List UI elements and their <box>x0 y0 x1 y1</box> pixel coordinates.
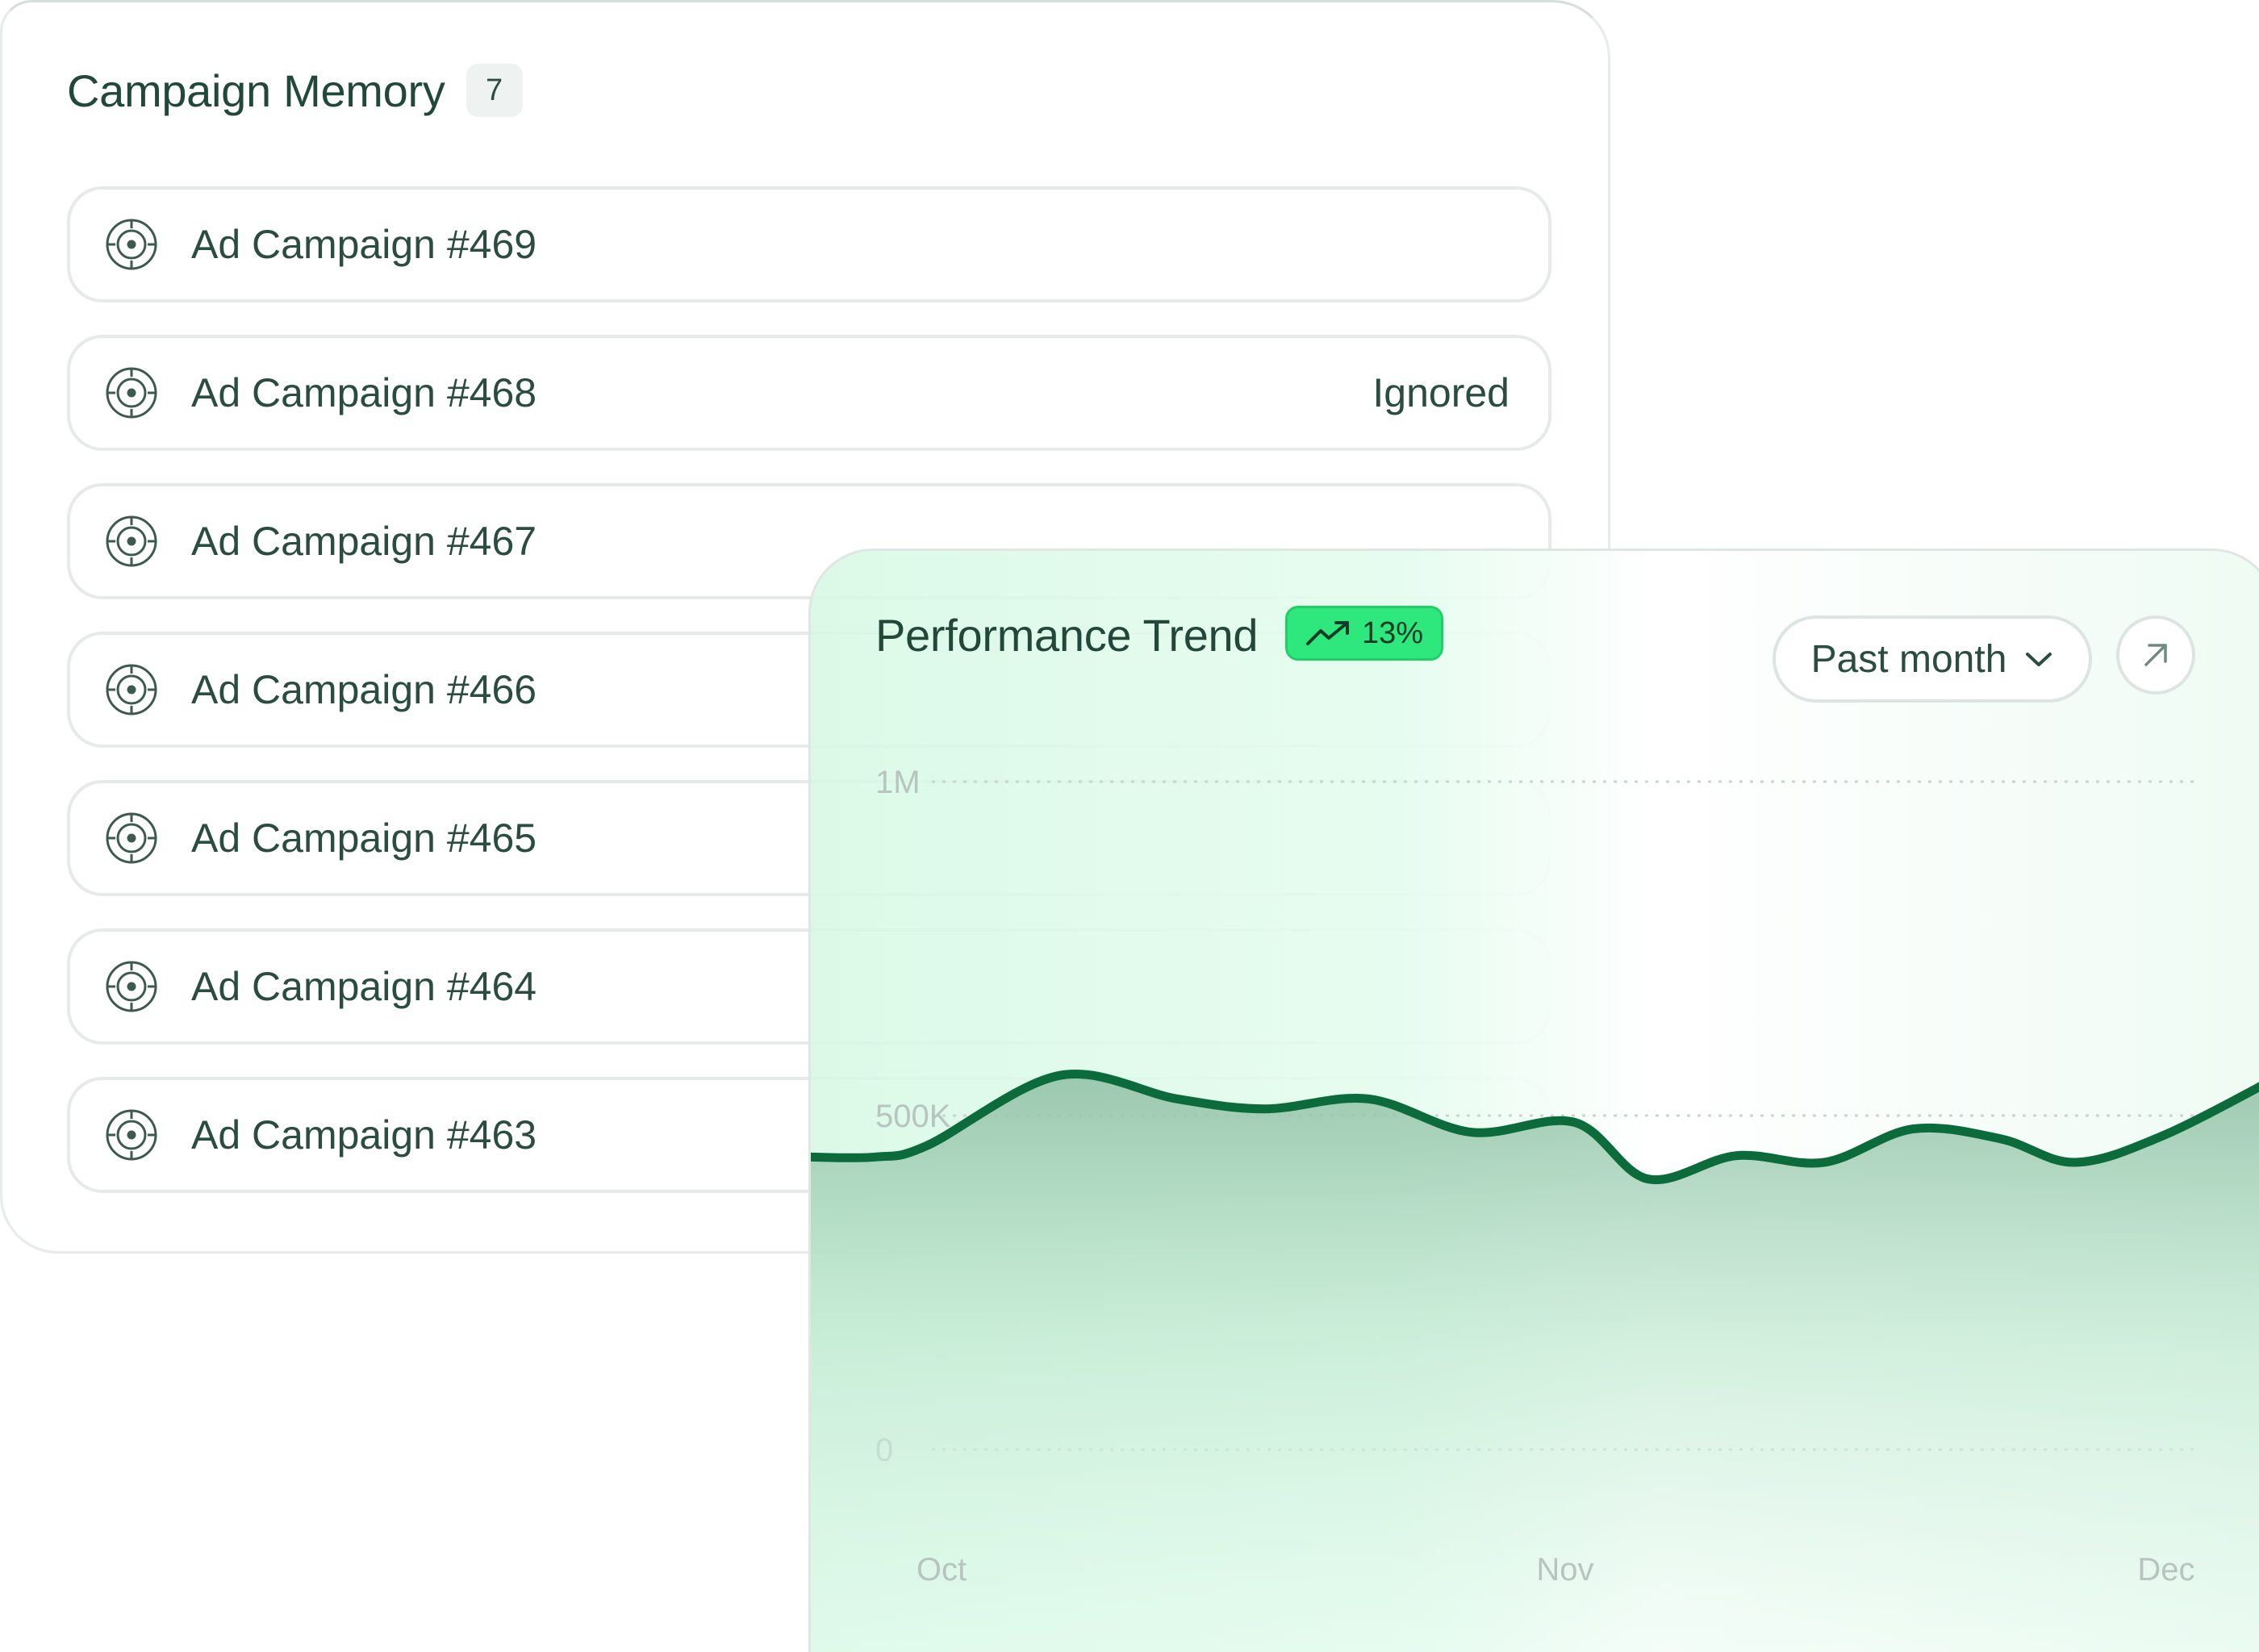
performance-trend-card: 1M500K0OctNovDec Performance Trend 13% P… <box>808 549 2259 1652</box>
campaign-memory-header: Campaign Memory 7 <box>67 64 523 117</box>
period-select[interactable]: Past month <box>1773 615 2092 703</box>
campaign-count-badge: 7 <box>466 64 523 117</box>
expand-button[interactable] <box>2116 615 2195 695</box>
campaign-name: Ad Campaign #464 <box>191 964 537 1009</box>
campaign-name: Ad Campaign #469 <box>191 222 537 267</box>
target-icon <box>106 219 157 270</box>
campaign-memory-title: Campaign Memory <box>67 65 445 116</box>
campaign-row[interactable]: Ad Campaign #469 <box>67 186 1551 302</box>
x-tick-label: Nov <box>1536 1552 1593 1587</box>
target-icon <box>106 961 157 1012</box>
y-tick-label: 500K <box>875 1099 951 1134</box>
campaign-name: Ad Campaign #468 <box>191 370 537 415</box>
trending-up-icon <box>1305 621 1349 645</box>
target-icon <box>106 367 157 419</box>
trend-change-badge: 13% <box>1285 606 1443 661</box>
target-icon <box>106 1109 157 1161</box>
series-area <box>811 1074 2259 1652</box>
x-tick-label: Dec <box>2137 1552 2194 1587</box>
campaign-name: Ad Campaign #466 <box>191 667 537 712</box>
y-tick-label: 1M <box>875 765 921 800</box>
chevron-down-icon <box>2026 653 2052 666</box>
target-icon <box>106 664 157 715</box>
campaign-status: Ignored <box>1372 370 1509 415</box>
x-tick-label: Oct <box>917 1552 967 1587</box>
campaign-row[interactable]: Ad Campaign #468 Ignored <box>67 335 1551 451</box>
period-select-value: Past month <box>1810 637 2007 681</box>
campaign-name: Ad Campaign #467 <box>191 519 537 564</box>
target-icon <box>106 812 157 864</box>
campaign-name: Ad Campaign #465 <box>191 816 537 861</box>
target-icon <box>106 515 157 567</box>
arrow-up-right-icon <box>2144 644 2167 666</box>
performance-trend-title: Performance Trend <box>875 610 1259 661</box>
performance-chart: 1M500K0OctNovDec <box>811 765 2259 1652</box>
campaign-name: Ad Campaign #463 <box>191 1112 537 1158</box>
trend-change-value: 13% <box>1361 615 1424 650</box>
